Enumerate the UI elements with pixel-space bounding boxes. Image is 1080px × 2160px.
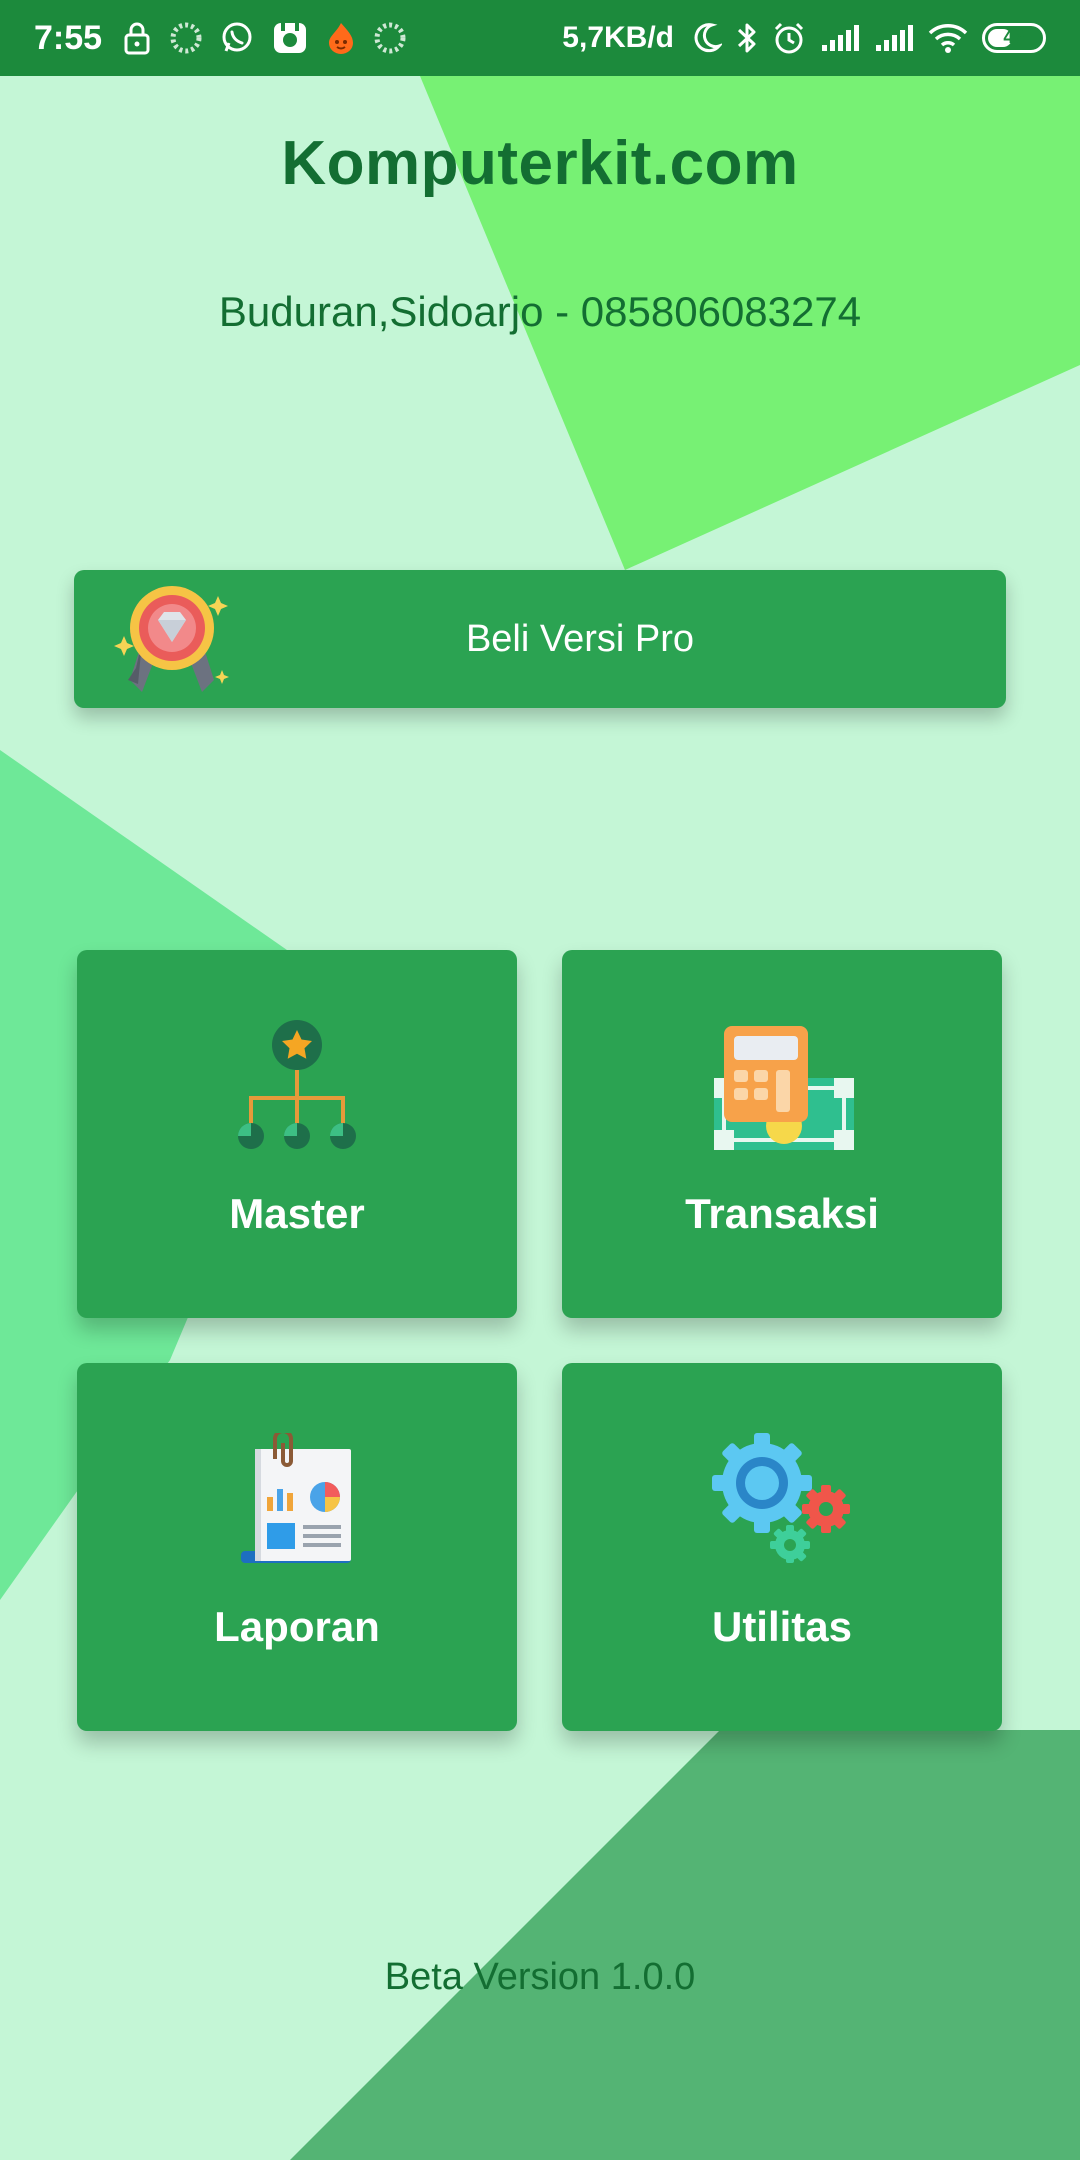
menu-tile-transaksi[interactable]: Transaksi bbox=[562, 950, 1002, 1318]
status-bar: 7:55 5,7KB/d 46 bbox=[0, 0, 1080, 76]
signal-icon bbox=[820, 23, 860, 53]
network-speed: 5,7KB/d bbox=[562, 21, 674, 54]
app-title: Komputerkit.com bbox=[281, 129, 799, 198]
battery-icon: 46 bbox=[982, 23, 1046, 53]
app-subtitle: Buduran,Sidoarjo - 085806083274 bbox=[218, 288, 862, 335]
camera-app-icon bbox=[272, 21, 308, 55]
menu-label-utilitas: Utilitas bbox=[711, 1603, 853, 1650]
menu-label-laporan: Laporan bbox=[214, 1603, 380, 1650]
signal-icon bbox=[874, 23, 914, 53]
wifi-icon bbox=[928, 22, 968, 54]
lock-icon bbox=[122, 21, 152, 55]
buy-pro-button[interactable]: Beli Versi Pro bbox=[74, 570, 1006, 708]
menu-label-master: Master bbox=[229, 1190, 365, 1237]
moon-icon bbox=[692, 22, 722, 54]
buy-pro-label: Beli Versi Pro bbox=[465, 618, 695, 660]
menu-tile-master[interactable]: Master bbox=[77, 950, 517, 1318]
bluetooth-icon bbox=[736, 21, 758, 55]
menu-label-transaksi: Transaksi bbox=[685, 1190, 879, 1237]
menu-tile-utilitas[interactable]: Utilitas bbox=[562, 1363, 1002, 1731]
status-time: 7:55 bbox=[34, 19, 103, 57]
report-document-icon bbox=[241, 1429, 361, 1563]
gears-icon bbox=[712, 1433, 852, 1563]
battery-level: 46 bbox=[1003, 27, 1025, 48]
notification-icons bbox=[122, 18, 406, 58]
loading-circle-icon bbox=[170, 22, 202, 54]
menu-tile-laporan[interactable]: Laporan bbox=[77, 1363, 517, 1731]
version-label: Beta Version 1.0.0 bbox=[384, 1956, 696, 1998]
whatsapp-icon bbox=[220, 21, 254, 55]
main-screen: 7:55 5,7KB/d 46 Komputerkit.com Buduran,… bbox=[0, 0, 1080, 2160]
flame-icon bbox=[326, 21, 356, 55]
org-hierarchy-icon bbox=[237, 1020, 357, 1150]
loading-circle-icon bbox=[374, 22, 406, 54]
calculator-money-icon bbox=[714, 1026, 854, 1156]
system-icons: 5,7KB/d 46 bbox=[562, 0, 1046, 76]
alarm-icon bbox=[772, 21, 806, 55]
